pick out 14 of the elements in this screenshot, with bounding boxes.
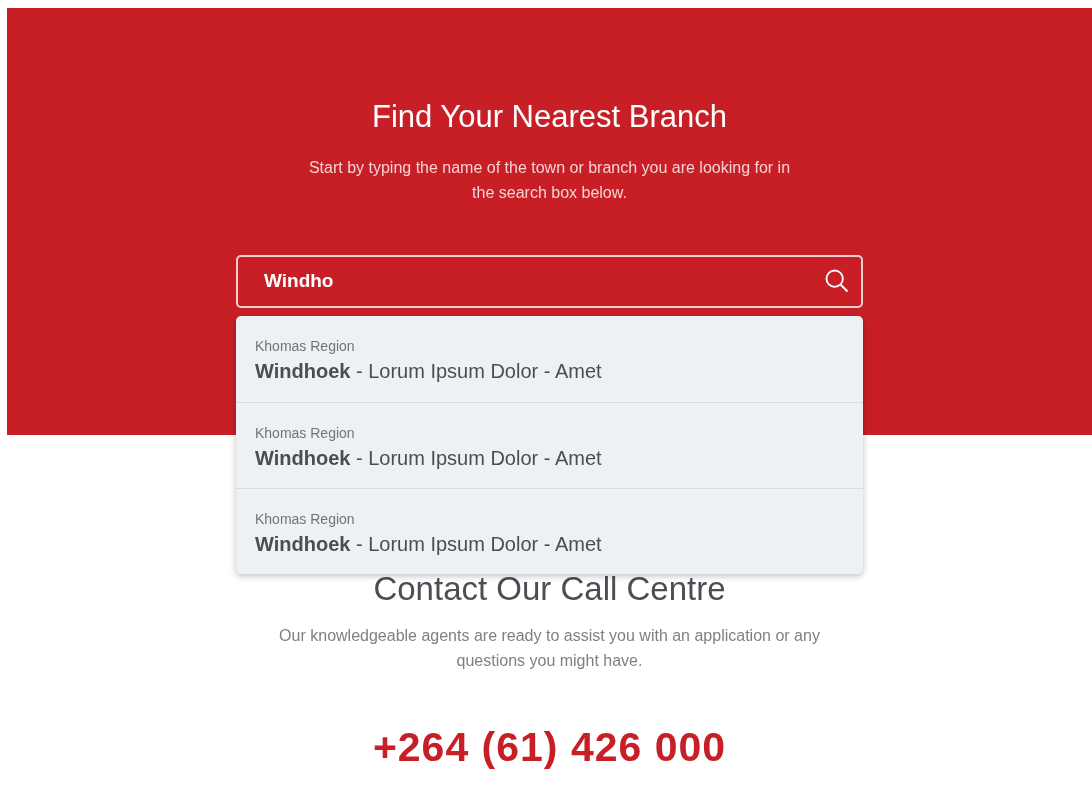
- hero-subtitle: Start by typing the name of the town or branch you are looking for in the search box below.: [307, 157, 792, 203]
- suggestion-region: Khomas Region: [255, 424, 356, 441]
- suggestion-text: Windhoek - Lorum Ipsum Dolor - Amet: [255, 531, 603, 557]
- suggestion-text: Windhoek - Lorum Ipsum Dolor - Amet: [255, 445, 603, 471]
- suggestion-text: Windhoek - Lorum Ipsum Dolor - Amet: [255, 358, 603, 384]
- suggestion-item[interactable]: Khomas Region Windhoek - Lorum Ipsum Dolor - Amet: [236, 487, 863, 574]
- search-field[interactable]: Windho: [236, 254, 863, 308]
- contact-text: Our knowledgeable agents are ready to assist you with an application or any questions you might have.: [278, 625, 821, 671]
- suggestion-region: Khomas Region: [255, 337, 356, 354]
- hero-title: Find Your Nearest Branch: [372, 98, 727, 136]
- phone-number: +264 (61) 426 000: [372, 722, 727, 772]
- suggestion-item[interactable]: Khomas Region Windhoek - Lorum Ipsum Dolor - Amet: [236, 401, 863, 488]
- suggestion-item[interactable]: Khomas Region Windhoek - Lorum Ipsum Dolor - Amet: [236, 315, 863, 402]
- suggestion-region: Khomas Region: [255, 510, 356, 527]
